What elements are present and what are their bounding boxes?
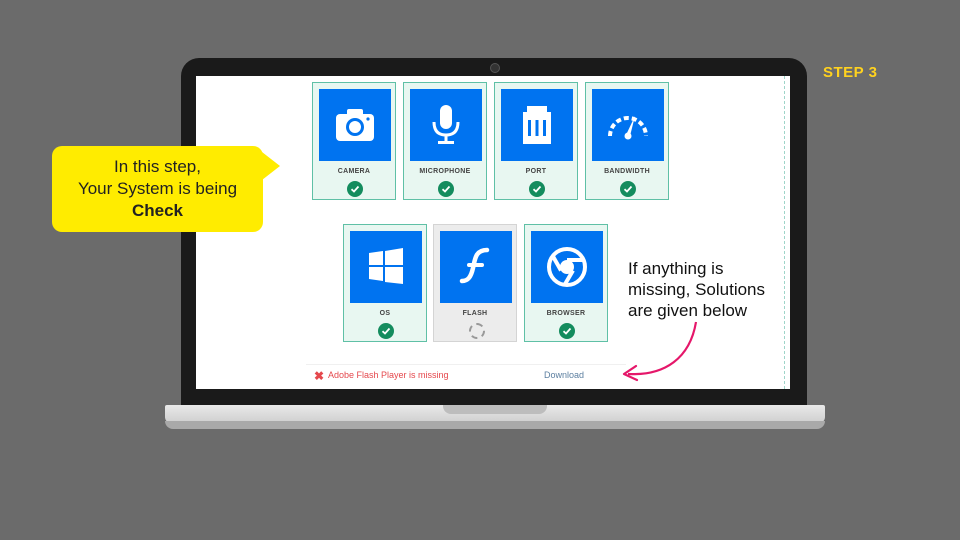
check-circle-icon: [620, 181, 636, 197]
bandwidth-tile: [592, 89, 664, 161]
screen-divider: [784, 76, 785, 389]
check-label-flash: FLASH: [462, 310, 488, 317]
check-label-os: OS: [379, 310, 391, 317]
check-card-camera[interactable]: CAMERA: [312, 82, 396, 200]
laptop-base-bottom: [165, 421, 825, 429]
check-card-bandwidth[interactable]: BANDWIDTH: [585, 82, 669, 200]
check-card-microphone[interactable]: MICROPHONE: [403, 82, 487, 200]
browser-tile: [531, 231, 603, 303]
check-card-os[interactable]: OS: [343, 224, 427, 342]
port-icon: [523, 106, 551, 144]
callout-pointer: [262, 152, 280, 180]
camera-icon: [336, 109, 374, 141]
status-ok: [529, 181, 545, 197]
webcam-dot: [490, 63, 500, 73]
callout-line-1: In this step,: [114, 157, 201, 176]
camera-tile: [319, 89, 391, 161]
missing-message-row: ✖ Adobe Flash Player is missing Download: [306, 364, 626, 387]
step-label: STEP 3: [823, 64, 878, 81]
os-tile: [350, 231, 422, 303]
status-loading: [468, 323, 485, 339]
callout-line-2: Your System is being: [77, 179, 238, 198]
check-circle-icon: [378, 323, 394, 339]
check-label-camera: CAMERA: [337, 168, 371, 175]
speedometer-icon: [608, 116, 648, 140]
check-label-microphone: MICROPHONE: [419, 168, 471, 175]
check-label-port: PORT: [525, 168, 547, 175]
check-card-flash[interactable]: FLASH: [433, 224, 517, 342]
error-x-icon: ✖: [314, 369, 325, 383]
check-circle-icon: [529, 181, 545, 197]
check-circle-icon: [559, 323, 575, 339]
flash-icon: [459, 247, 490, 284]
chrome-icon: [547, 247, 587, 287]
check-card-port[interactable]: PORT: [494, 82, 578, 200]
microphone-icon: [432, 105, 460, 144]
callout-bubble: In this step, Your System is being Check: [52, 146, 263, 232]
port-tile: [501, 89, 573, 161]
loading-spinner-icon: [469, 323, 485, 339]
status-ok: [378, 323, 394, 339]
status-ok: [438, 181, 454, 197]
check-circle-icon: [347, 181, 363, 197]
download-link[interactable]: Download: [544, 370, 584, 380]
check-label-bandwidth: BANDWIDTH: [604, 168, 650, 175]
windows-icon: [369, 248, 403, 284]
side-note: If anything is missing, Solutions are gi…: [628, 259, 766, 320]
missing-message-text: Adobe Flash Player is missing: [328, 370, 449, 380]
check-card-browser[interactable]: BROWSER: [524, 224, 608, 342]
status-ok: [559, 323, 575, 339]
flash-tile: [440, 231, 512, 303]
callout-text: In this step, Your System is being Check: [52, 156, 263, 222]
status-ok: [347, 181, 363, 197]
curved-arrow-icon: [622, 321, 698, 382]
status-ok: [620, 181, 636, 197]
check-label-browser: BROWSER: [546, 310, 586, 317]
laptop-notch: [443, 405, 547, 414]
callout-line-3: Check: [131, 201, 184, 220]
microphone-tile: [410, 89, 482, 161]
check-circle-icon: [438, 181, 454, 197]
